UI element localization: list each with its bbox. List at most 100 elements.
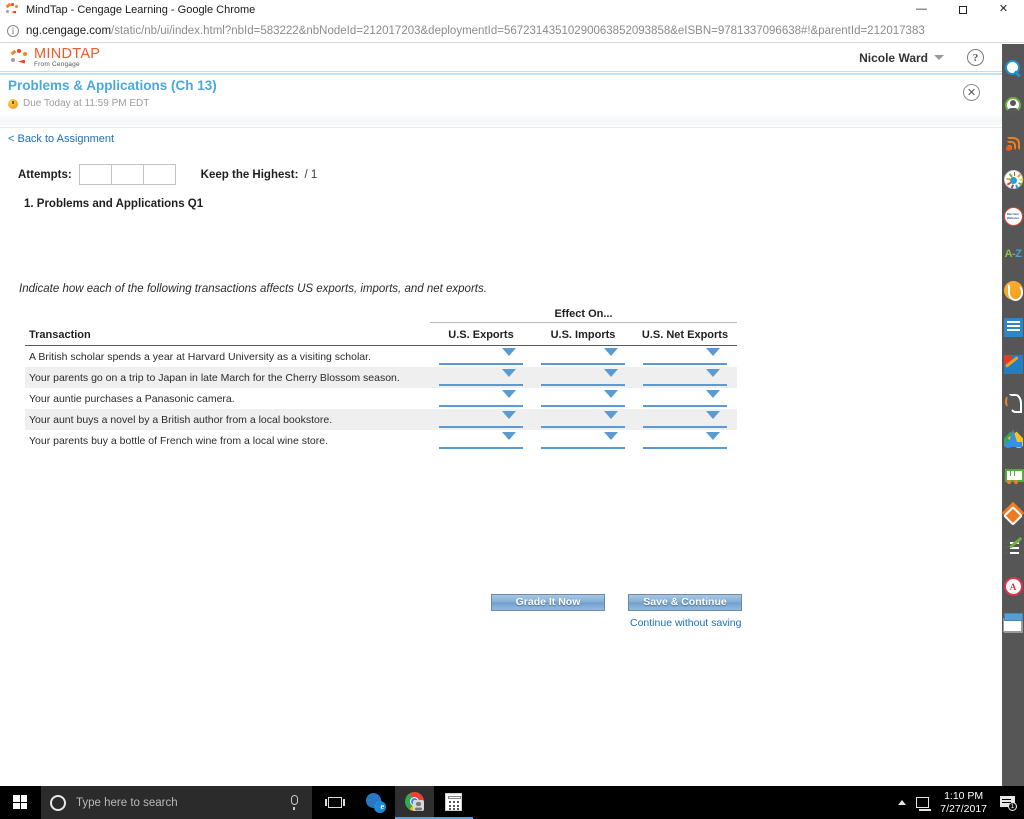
six-swirl-icon[interactable] [1002,272,1024,309]
show-hidden-icons-icon[interactable] [898,800,907,805]
table-header-row: Transaction U.S. Exports U.S. Imports U.… [25,323,737,346]
dropdown-imports-4[interactable] [541,409,625,428]
close-assignment-icon[interactable]: ✕ [963,84,980,101]
rss-feed-icon[interactable] [1002,124,1024,161]
system-tray: 1:10 PM 7/27/2017 1 [898,786,1024,819]
a-z-dictionary-icon[interactable]: A-Z [1002,235,1024,272]
address-bar[interactable]: i ng.cengage.com/static/nb/ui/index.html… [0,19,1024,43]
cell-us-exports [430,388,532,409]
attempt-box-2 [110,164,144,185]
window-titlebar: MindTap - Cengage Learning - Google Chro… [0,0,1024,19]
mindtap-header: MINDTAP From Cengage Nicole Ward ? [0,44,1002,72]
dropdown-net-exports-4[interactable] [643,409,727,428]
mindtap-logo[interactable]: MINDTAP From Cengage [10,46,100,69]
read-aloud-icon[interactable] [1002,383,1024,420]
user-name: Nicole Ward [859,50,928,65]
dropdown-net-exports-2[interactable] [643,367,727,386]
network-icon[interactable] [916,797,932,811]
cell-us-net-exports [634,367,736,388]
grade-it-now-button[interactable]: Grade It Now [491,594,605,611]
a-plus-grade-icon[interactable]: A [1002,568,1024,605]
search-icon[interactable] [1002,50,1024,87]
chevron-down-icon [502,432,516,440]
dropdown-exports-3[interactable] [439,388,523,407]
notification-count: 1 [1008,802,1017,811]
url-host: ng.cengage.com [26,24,112,37]
maximize-icon [958,5,967,14]
notebook-pencil-icon[interactable] [1002,346,1024,383]
cell-us-net-exports [634,346,736,367]
merriam-webster-icon[interactable]: Merriam Webster [1002,198,1024,235]
assignment-content: < Back to Assignment Attempts: Keep the … [0,128,1002,786]
transaction-text: Your aunt buys a novel by a British auth… [29,413,333,426]
dropdown-exports-5[interactable] [439,430,523,449]
table-row: Your aunt buys a novel by a British auth… [25,409,737,430]
header-divider [0,114,1002,128]
chevron-down-icon [604,369,618,377]
shopping-cart-icon[interactable] [1002,457,1024,494]
column-header-us-imports: U.S. Imports [550,329,616,341]
dropdown-imports-3[interactable] [541,388,625,407]
column-header-us-exports: U.S. Exports [448,329,514,341]
dropdown-net-exports-1[interactable] [643,346,727,365]
page-info-icon[interactable]: i [7,24,19,37]
attempt-box-1 [78,164,112,185]
dropdown-imports-2[interactable] [541,367,625,386]
continue-without-saving-link[interactable]: Continue without saving [630,617,742,629]
transaction-text: A British scholar spends a year at Harva… [29,350,371,363]
table-row: Your auntie purchases a Panasonic camera… [25,388,737,409]
question-prompt: Indicate how each of the following trans… [19,283,487,295]
assignment-header: Problems & Applications (Ch 13) Due Toda… [0,75,1002,114]
effects-table: Effect On... Transaction U.S. Exports U.… [25,308,737,451]
help-icon[interactable]: ? [967,49,984,66]
cell-us-exports [430,430,532,451]
dropdown-imports-1[interactable] [541,346,625,365]
cell-us-exports [430,346,532,367]
table-row: Your parents buy a bottle of French wine… [25,430,737,451]
flashcards-icon[interactable] [1002,605,1024,642]
close-button[interactable]: ✕ [983,0,1024,19]
save-and-continue-button[interactable]: Save & Continue [628,594,742,611]
back-to-assignment-link[interactable]: < Back to Assignment [8,133,114,145]
dropdown-imports-5[interactable] [541,430,625,449]
taskbar-app-calculator[interactable] [434,786,473,819]
maximize-button[interactable] [942,0,983,19]
dropdown-exports-1[interactable] [439,346,523,365]
merriam-webster-label: Merriam Webster [1006,211,1020,220]
dropdown-net-exports-5[interactable] [643,430,727,449]
taskbar-app-edge[interactable]: e [356,786,395,819]
diamond-gear-icon[interactable] [1001,494,1024,531]
search-input[interactable]: Type here to search [41,786,312,819]
transaction-text: Your parents go on a trip to Japan in la… [29,371,400,384]
dropdown-exports-2[interactable] [439,367,523,386]
table-row: Your parents go on a trip to Japan in la… [25,367,737,388]
profile-badge-icon [413,800,424,811]
due-date-text: Due Today at 11:59 PM EDT [23,98,150,109]
cell-us-imports [532,367,634,388]
dropdown-exports-4[interactable] [439,409,523,428]
task-view-button[interactable] [316,786,353,819]
task-view-icon [324,797,345,808]
minimize-button[interactable]: — [901,0,942,19]
google-drive-icon[interactable] [1002,420,1024,457]
chevron-down-icon [502,369,516,377]
color-wheel-icon[interactable] [1002,161,1024,198]
table-row: A British scholar spends a year at Harva… [25,346,737,367]
user-menu[interactable]: Nicole Ward [859,51,944,65]
dropdown-net-exports-3[interactable] [643,388,727,407]
taskbar-app-chrome[interactable] [395,786,434,819]
profile-icon[interactable] [1002,87,1024,124]
attempts-label: Attempts: [18,168,72,181]
cell-us-imports [532,346,634,367]
quiz-pencil-icon[interactable] [1002,531,1024,568]
attempts-row: Attempts: Keep the Highest: / 1 [18,164,317,185]
table-group-header: Effect On... [430,308,737,323]
clock[interactable]: 1:10 PM 7/27/2017 [940,790,987,815]
windows-logo-icon [13,795,28,810]
windows-taskbar: Type here to search e 1:10 PM 7/27/2017 … [0,786,1024,819]
cortana-icon [50,794,66,811]
reader-book-icon[interactable] [1002,309,1024,346]
start-button[interactable] [0,786,41,819]
notifications-icon[interactable]: 1 [1000,796,1017,811]
microphone-icon[interactable] [291,795,298,810]
